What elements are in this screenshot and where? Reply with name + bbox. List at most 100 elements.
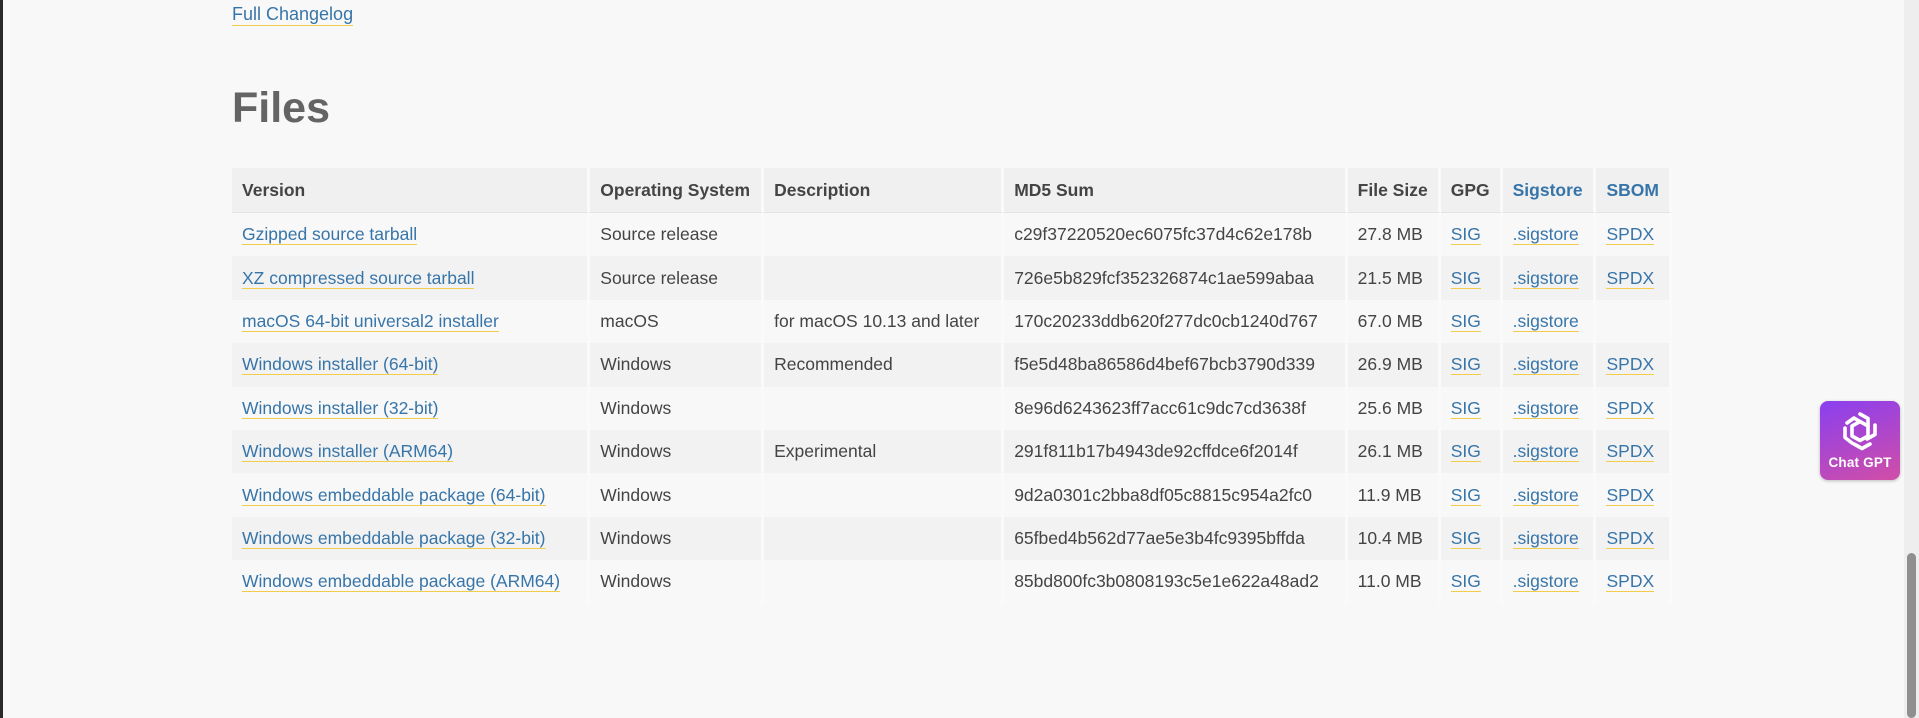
full-changelog-link[interactable]: Full Changelog [232, 3, 354, 26]
version-cell[interactable]: Gzipped source tarball [232, 213, 591, 257]
sbom-spdx-link[interactable]: SPDX [1606, 441, 1655, 463]
sigstore-cell[interactable]: .sigstore [1502, 429, 1597, 474]
operating-system-cell: Windows [590, 429, 765, 474]
sigstore-cell[interactable]: .sigstore [1502, 473, 1597, 517]
sbom-spdx-cell[interactable]: SPDX [1596, 386, 1672, 430]
sbom-spdx-cell[interactable]: SPDX [1596, 429, 1672, 474]
sigstore-link[interactable]: .sigstore [1512, 224, 1579, 246]
chat-gpt-widget-button[interactable]: Chat GPT [1820, 401, 1900, 480]
version-link[interactable]: Windows installer (32-bit) [242, 397, 439, 419]
file-size-text: 27.8 MB [1357, 224, 1423, 245]
sbom-spdx-cell[interactable]: SPDX [1596, 516, 1672, 561]
gpg-sig-link[interactable]: SIG [1450, 310, 1481, 332]
gpg-sig-link[interactable]: SIG [1450, 441, 1481, 463]
sigstore-link[interactable]: .sigstore [1512, 267, 1579, 289]
sbom-spdx-cell[interactable]: SPDX [1596, 213, 1672, 257]
table-row: Gzipped source tarball Source release c29f… [232, 213, 1672, 257]
chat-gpt-label: Chat GPT [1828, 455, 1892, 470]
sbom-spdx-link[interactable]: SPDX [1606, 484, 1655, 506]
gpg-sig-link[interactable]: SIG [1450, 484, 1481, 506]
version-link[interactable]: Windows installer (ARM64) [242, 441, 454, 463]
operating-system-cell: Windows [590, 516, 765, 561]
operating-system-text: Windows [600, 571, 672, 592]
file-size-text: 10.4 MB [1357, 527, 1423, 548]
sigstore-cell[interactable]: .sigstore [1502, 256, 1597, 300]
sigstore-link[interactable]: .sigstore [1512, 354, 1579, 376]
sbom-spdx-link[interactable]: SPDX [1606, 224, 1655, 246]
sigstore-cell[interactable]: .sigstore [1502, 516, 1597, 561]
sbom-spdx-cell[interactable]: SPDX [1596, 473, 1672, 517]
sigstore-link[interactable]: .sigstore [1512, 397, 1579, 419]
table-row: Windows installer (64-bit) Windows Recomme… [232, 343, 1672, 387]
sbom-spdx-cell[interactable]: SPDX [1596, 560, 1672, 604]
gpg-sig-link[interactable]: SIG [1450, 354, 1481, 376]
sbom-spdx-cell[interactable]: SPDX [1596, 256, 1672, 300]
sbom-spdx-link[interactable]: SPDX [1606, 354, 1655, 376]
header-sigstore[interactable]: Sigstore [1502, 168, 1597, 213]
file-size-text: 25.6 MB [1357, 397, 1423, 418]
version-cell[interactable]: Windows embeddable package (32-bit) [232, 516, 591, 561]
sbom-spdx-cell[interactable]: SPDX [1596, 343, 1672, 387]
md5-sum-cell: 291f811b17b4943de92cffdce6f2014f [1004, 429, 1348, 474]
table-row: Windows installer (32-bit) Windows 8e96d62… [232, 386, 1672, 430]
sbom-spdx-link[interactable]: SPDX [1606, 571, 1655, 593]
sigstore-link[interactable]: .sigstore [1512, 484, 1579, 506]
scrollbar-thumb[interactable] [1907, 553, 1916, 718]
version-link[interactable]: Windows embeddable package (64-bit) [242, 484, 546, 506]
version-cell[interactable]: macOS 64-bit universal2 installer [232, 299, 591, 344]
gpg-sig-link[interactable]: SIG [1450, 267, 1481, 289]
sigstore-cell[interactable]: .sigstore [1502, 386, 1597, 430]
sbom-spdx-link[interactable]: SPDX [1606, 397, 1655, 419]
sbom-spdx-link[interactable]: SPDX [1606, 527, 1655, 549]
gpg-sig-cell[interactable]: SIG [1440, 299, 1503, 344]
version-link[interactable]: macOS 64-bit universal2 installer [242, 310, 499, 332]
gpg-sig-cell[interactable]: SIG [1440, 516, 1503, 561]
md5-sum-cell: 9d2a0301c2bba8df05c8815c954a2fc0 [1004, 473, 1348, 517]
gpg-sig-link[interactable]: SIG [1450, 224, 1481, 246]
version-link[interactable]: Windows embeddable package (ARM64) [242, 571, 561, 593]
table-row: XZ compressed source tarball Source relea… [232, 256, 1672, 300]
sigstore-link[interactable]: .sigstore [1512, 527, 1579, 549]
gpg-sig-link[interactable]: SIG [1450, 571, 1481, 593]
gpg-sig-link[interactable]: SIG [1450, 527, 1481, 549]
version-cell[interactable]: Windows embeddable package (ARM64) [232, 560, 591, 604]
sigstore-link[interactable]: .sigstore [1512, 310, 1579, 332]
description-cell [764, 516, 1005, 561]
sigstore-cell[interactable]: .sigstore [1502, 560, 1597, 604]
sigstore-link[interactable]: .sigstore [1512, 441, 1579, 463]
sbom-spdx-link[interactable]: SPDX [1606, 267, 1655, 289]
file-size-text: 26.1 MB [1357, 441, 1423, 462]
gpg-sig-cell[interactable]: SIG [1440, 213, 1503, 257]
header-sbom[interactable]: SBOM [1596, 168, 1672, 213]
sigstore-cell[interactable]: .sigstore [1502, 343, 1597, 387]
version-link[interactable]: Windows embeddable package (32-bit) [242, 527, 546, 549]
description-cell: Recommended [764, 343, 1005, 387]
version-link[interactable]: Gzipped source tarball [242, 224, 418, 246]
version-link[interactable]: XZ compressed source tarball [242, 267, 475, 289]
gpg-sig-cell[interactable]: SIG [1440, 386, 1503, 430]
gpg-sig-link[interactable]: SIG [1450, 397, 1481, 419]
sigstore-header-link[interactable]: Sigstore [1513, 180, 1583, 200]
version-link[interactable]: Windows installer (64-bit) [242, 354, 439, 376]
file-size-cell: 25.6 MB [1347, 386, 1441, 430]
sigstore-cell[interactable]: .sigstore [1502, 213, 1597, 257]
gpg-sig-cell[interactable]: SIG [1440, 473, 1503, 517]
version-cell[interactable]: Windows embeddable package (64-bit) [232, 473, 591, 517]
sbom-header-link[interactable]: SBOM [1606, 180, 1659, 200]
gpg-sig-cell[interactable]: SIG [1440, 560, 1503, 604]
gpg-sig-cell[interactable]: SIG [1440, 429, 1503, 474]
version-cell[interactable]: Windows installer (ARM64) [232, 429, 591, 474]
sigstore-link[interactable]: .sigstore [1512, 571, 1579, 593]
sigstore-cell[interactable]: .sigstore [1502, 299, 1597, 344]
file-size-cell: 27.8 MB [1347, 213, 1441, 257]
header-md5-sum: MD5 Sum [1004, 168, 1348, 213]
version-cell[interactable]: XZ compressed source tarball [232, 256, 591, 300]
gpg-sig-cell[interactable]: SIG [1440, 256, 1503, 300]
sbom-spdx-cell[interactable] [1596, 299, 1672, 344]
version-cell[interactable]: Windows installer (64-bit) [232, 343, 591, 387]
files-table: Version Operating System Description MD5… [232, 168, 1672, 604]
gpg-sig-cell[interactable]: SIG [1440, 343, 1503, 387]
version-cell[interactable]: Windows installer (32-bit) [232, 386, 591, 430]
table-row: macOS 64-bit universal2 installer macOS fo… [232, 299, 1672, 344]
vertical-scrollbar[interactable] [1904, 0, 1919, 718]
